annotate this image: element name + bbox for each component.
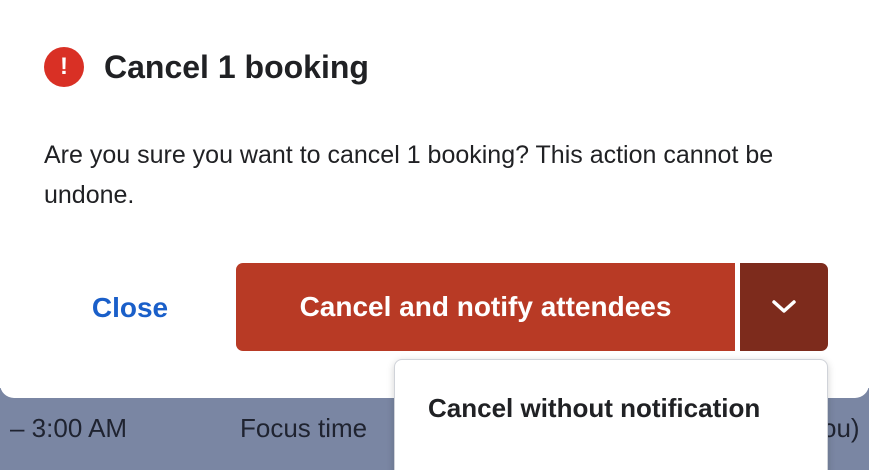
cancel-options-menu: Cancel without notification (394, 359, 828, 470)
screen: – 3:00 AM Focus time ou) ! Cancel 1 book… (0, 0, 869, 470)
cancel-and-notify-button[interactable]: Cancel and notify attendees (236, 263, 735, 351)
alert-icon: ! (44, 47, 84, 87)
chevron-down-icon (772, 300, 796, 313)
dialog-title: Cancel 1 booking (104, 49, 369, 85)
menu-item-cancel-without-notification[interactable]: Cancel without notification (395, 378, 827, 438)
calendar-event-time: – 3:00 AM (10, 413, 128, 443)
calendar-event-title: Focus time (240, 413, 368, 443)
cancel-booking-dialog: ! Cancel 1 booking Are you sure you want… (0, 0, 869, 398)
alert-icon-glyph: ! (60, 53, 68, 80)
close-button[interactable]: Close (70, 280, 190, 336)
more-options-button[interactable] (740, 263, 828, 351)
dialog-message: Are you sure you want to cancel 1 bookin… (44, 141, 774, 209)
